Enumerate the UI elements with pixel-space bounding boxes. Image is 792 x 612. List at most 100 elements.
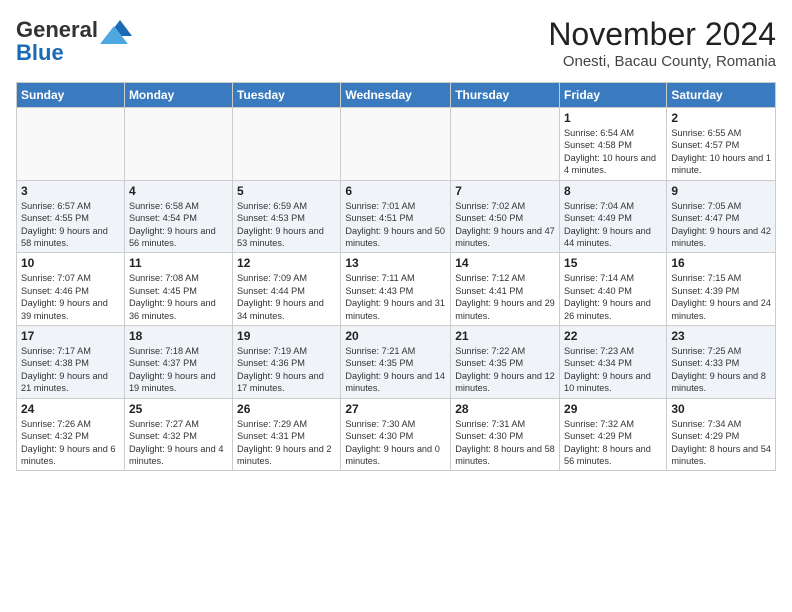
day-info: Sunrise: 7:22 AM Sunset: 4:35 PM Dayligh… [455, 345, 555, 395]
logo-blue: Blue [16, 40, 64, 66]
page-header: General Blue November 2024 Onesti, Bacau… [16, 16, 776, 70]
day-info: Sunrise: 7:08 AM Sunset: 4:45 PM Dayligh… [129, 272, 228, 322]
day-number: 28 [455, 402, 555, 416]
day-info: Sunrise: 6:54 AM Sunset: 4:58 PM Dayligh… [564, 127, 662, 177]
day-info: Sunrise: 7:31 AM Sunset: 4:30 PM Dayligh… [455, 418, 555, 468]
calendar-cell: 27 Sunrise: 7:30 AM Sunset: 4:30 PM Dayli… [341, 398, 451, 471]
logo: General Blue [16, 16, 132, 66]
day-header-wednesday: Wednesday [341, 83, 451, 108]
calendar-cell: 8 Sunrise: 7:04 AM Sunset: 4:49 PM Daylig… [560, 180, 667, 253]
day-number: 8 [564, 184, 662, 198]
calendar-cell: 20 Sunrise: 7:21 AM Sunset: 4:35 PM Dayli… [341, 326, 451, 399]
day-info: Sunrise: 7:01 AM Sunset: 4:51 PM Dayligh… [345, 200, 446, 250]
day-number: 14 [455, 256, 555, 270]
day-info: Sunrise: 6:59 AM Sunset: 4:53 PM Dayligh… [237, 200, 336, 250]
calendar-cell: 25 Sunrise: 7:27 AM Sunset: 4:32 PM Dayli… [124, 398, 232, 471]
calendar-cell: 13Sunrise: 7:11 AM Sunset: 4:43 PM Dayli… [341, 253, 451, 326]
title-block: November 2024 Onesti, Bacau County, Roma… [548, 16, 776, 70]
day-info: Sunrise: 7:04 AM Sunset: 4:49 PM Dayligh… [564, 200, 662, 250]
calendar-cell: 5Sunrise: 6:59 AM Sunset: 4:53 PM Daylig… [233, 180, 341, 253]
calendar-cell: 15 Sunrise: 7:14 AM Sunset: 4:40 PM Dayli… [560, 253, 667, 326]
calendar-cell: 11 Sunrise: 7:08 AM Sunset: 4:45 PM Dayli… [124, 253, 232, 326]
calendar-cell: 19 Sunrise: 7:19 AM Sunset: 4:36 PM Dayli… [233, 326, 341, 399]
location: Onesti, Bacau County, Romania [548, 53, 776, 70]
day-info: Sunrise: 7:15 AM Sunset: 4:39 PM Dayligh… [671, 272, 771, 322]
calendar-cell: 22 Sunrise: 7:23 AM Sunset: 4:34 PM Dayli… [560, 326, 667, 399]
day-info: Sunrise: 7:09 AM Sunset: 4:44 PM Dayligh… [237, 272, 336, 322]
calendar-cell: 26 Sunrise: 7:29 AM Sunset: 4:31 PM Dayli… [233, 398, 341, 471]
day-number: 16 [671, 256, 771, 270]
day-number: 23 [671, 329, 771, 343]
calendar-cell: 23 Sunrise: 7:25 AM Sunset: 4:33 PM Dayli… [667, 326, 776, 399]
day-number: 15 [564, 256, 662, 270]
day-info: Sunrise: 7:21 AM Sunset: 4:35 PM Dayligh… [345, 345, 446, 395]
calendar-cell: 18 Sunrise: 7:18 AM Sunset: 4:37 PM Dayli… [124, 326, 232, 399]
day-info: Sunrise: 7:07 AM Sunset: 4:46 PM Dayligh… [21, 272, 120, 322]
day-info: Sunrise: 7:02 AM Sunset: 4:50 PM Dayligh… [455, 200, 555, 250]
calendar-cell: 24Sunrise: 7:26 AM Sunset: 4:32 PM Dayli… [17, 398, 125, 471]
day-header-sunday: Sunday [17, 83, 125, 108]
day-number: 25 [129, 402, 228, 416]
calendar-cell: 3 Sunrise: 6:57 AM Sunset: 4:55 PM Daylig… [17, 180, 125, 253]
calendar-cell [17, 108, 125, 181]
day-info: Sunrise: 7:17 AM Sunset: 4:38 PM Dayligh… [21, 345, 120, 395]
calendar-table: SundayMondayTuesdayWednesdayThursdayFrid… [16, 82, 776, 471]
day-number: 2 [671, 111, 771, 125]
calendar-cell: 1 Sunrise: 6:54 AM Sunset: 4:58 PM Daylig… [560, 108, 667, 181]
day-header-monday: Monday [124, 83, 232, 108]
calendar-cell: 21 Sunrise: 7:22 AM Sunset: 4:35 PM Dayli… [451, 326, 560, 399]
day-header-tuesday: Tuesday [233, 83, 341, 108]
day-number: 3 [21, 184, 120, 198]
day-number: 10 [21, 256, 120, 270]
calendar-cell [124, 108, 232, 181]
day-number: 19 [237, 329, 336, 343]
calendar-cell [233, 108, 341, 181]
calendar-cell: 30 Sunrise: 7:34 AM Sunset: 4:29 PM Dayli… [667, 398, 776, 471]
day-number: 11 [129, 256, 228, 270]
calendar-cell [451, 108, 560, 181]
calendar-cell: 2 Sunrise: 6:55 AM Sunset: 4:57 PM Daylig… [667, 108, 776, 181]
day-info: Sunrise: 7:05 AM Sunset: 4:47 PM Dayligh… [671, 200, 771, 250]
day-info: Sunrise: 6:58 AM Sunset: 4:54 PM Dayligh… [129, 200, 228, 250]
day-header-thursday: Thursday [451, 83, 560, 108]
day-info: Sunrise: 7:25 AM Sunset: 4:33 PM Dayligh… [671, 345, 771, 395]
calendar-cell: 17 Sunrise: 7:17 AM Sunset: 4:38 PM Dayli… [17, 326, 125, 399]
calendar-cell: 9 Sunrise: 7:05 AM Sunset: 4:47 PM Daylig… [667, 180, 776, 253]
day-number: 17 [21, 329, 120, 343]
day-info: Sunrise: 7:18 AM Sunset: 4:37 PM Dayligh… [129, 345, 228, 395]
day-number: 30 [671, 402, 771, 416]
day-info: Sunrise: 7:23 AM Sunset: 4:34 PM Dayligh… [564, 345, 662, 395]
calendar-cell: 10 Sunrise: 7:07 AM Sunset: 4:46 PM Dayli… [17, 253, 125, 326]
calendar-cell [341, 108, 451, 181]
day-number: 26 [237, 402, 336, 416]
day-header-saturday: Saturday [667, 83, 776, 108]
day-number: 1 [564, 111, 662, 125]
day-info: Sunrise: 7:27 AM Sunset: 4:32 PM Dayligh… [129, 418, 228, 468]
calendar-cell: 28 Sunrise: 7:31 AM Sunset: 4:30 PM Dayli… [451, 398, 560, 471]
day-info: Sunrise: 7:34 AM Sunset: 4:29 PM Dayligh… [671, 418, 771, 468]
day-number: 27 [345, 402, 446, 416]
calendar-cell: 16 Sunrise: 7:15 AM Sunset: 4:39 PM Dayli… [667, 253, 776, 326]
logo-icon [100, 16, 132, 44]
day-info: Sunrise: 7:14 AM Sunset: 4:40 PM Dayligh… [564, 272, 662, 322]
day-number: 21 [455, 329, 555, 343]
calendar-cell: 12Sunrise: 7:09 AM Sunset: 4:44 PM Dayli… [233, 253, 341, 326]
day-number: 22 [564, 329, 662, 343]
day-info: Sunrise: 7:12 AM Sunset: 4:41 PM Dayligh… [455, 272, 555, 322]
day-info: Sunrise: 6:55 AM Sunset: 4:57 PM Dayligh… [671, 127, 771, 177]
day-number: 7 [455, 184, 555, 198]
day-number: 29 [564, 402, 662, 416]
day-number: 20 [345, 329, 446, 343]
day-number: 13 [345, 256, 446, 270]
day-number: 6 [345, 184, 446, 198]
day-number: 9 [671, 184, 771, 198]
day-info: Sunrise: 7:29 AM Sunset: 4:31 PM Dayligh… [237, 418, 336, 468]
calendar-cell: 4Sunrise: 6:58 AM Sunset: 4:54 PM Daylig… [124, 180, 232, 253]
day-info: Sunrise: 7:19 AM Sunset: 4:36 PM Dayligh… [237, 345, 336, 395]
day-number: 18 [129, 329, 228, 343]
day-info: Sunrise: 7:30 AM Sunset: 4:30 PM Dayligh… [345, 418, 446, 468]
calendar-cell: 6 Sunrise: 7:01 AM Sunset: 4:51 PM Daylig… [341, 180, 451, 253]
day-info: Sunrise: 7:26 AM Sunset: 4:32 PM Dayligh… [21, 418, 120, 468]
month-title: November 2024 [548, 16, 776, 53]
day-info: Sunrise: 6:57 AM Sunset: 4:55 PM Dayligh… [21, 200, 120, 250]
